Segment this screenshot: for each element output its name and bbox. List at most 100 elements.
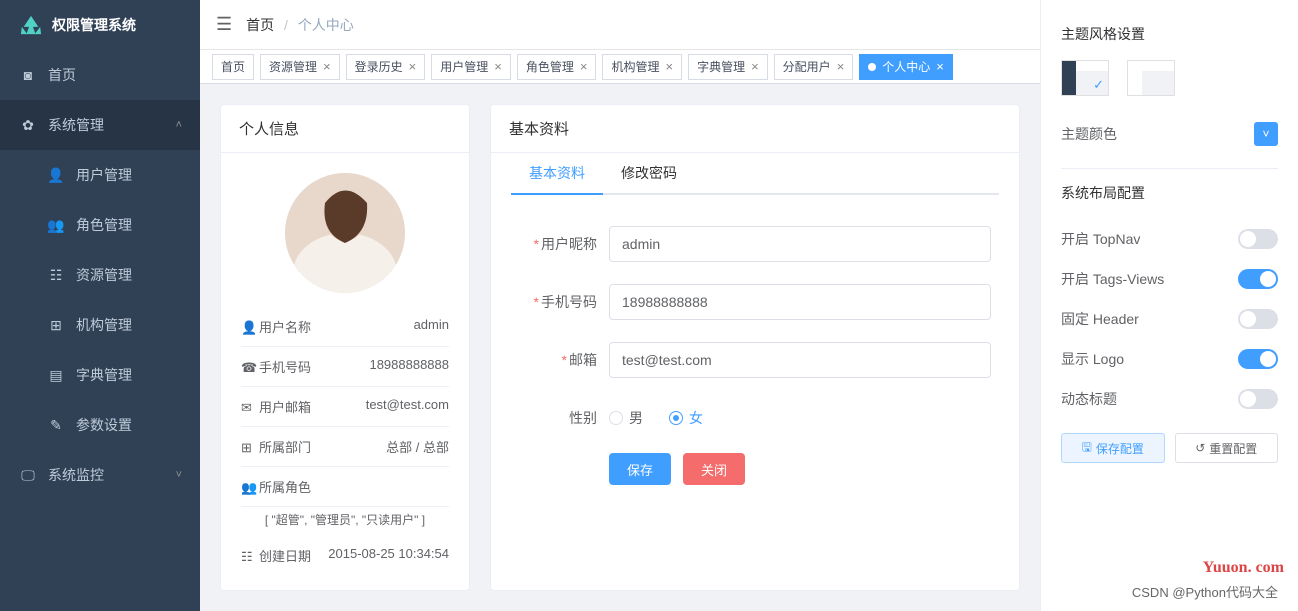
tabs: 基本资料 修改密码	[511, 153, 999, 195]
save-icon: 🖫	[1082, 438, 1092, 459]
close-icon[interactable]: ×	[837, 59, 845, 74]
gender-male[interactable]: 男	[609, 408, 643, 428]
row-tagsviews: 开启 Tags-Views	[1061, 259, 1278, 299]
breadcrumb-home[interactable]: 首页	[246, 17, 274, 33]
info-email: ✉用户邮箱 test@test.com	[241, 387, 449, 427]
row-phone: *手机号码	[519, 273, 991, 331]
avatar[interactable]	[285, 173, 405, 293]
users-icon: 👥	[241, 480, 255, 494]
close-icon[interactable]: ×	[665, 59, 673, 74]
sidebar-item-params[interactable]: ✎ 参数设置	[0, 400, 200, 450]
info-roles: 👥所属角色	[241, 467, 449, 507]
save-button[interactable]: 保存	[609, 453, 671, 485]
row-gender: 性别 男 女	[519, 389, 991, 447]
layout-title: 系统布局配置	[1061, 183, 1278, 203]
gear-icon: ✿	[20, 117, 36, 133]
sidebar-item-orgs[interactable]: ⊞ 机构管理	[0, 300, 200, 350]
toggle-fixedheader[interactable]	[1238, 309, 1278, 329]
tag-users[interactable]: 用户管理×	[431, 54, 511, 80]
close-icon[interactable]: ×	[936, 59, 944, 74]
sidebar-item-system[interactable]: ✿ 系统管理 ˄	[0, 100, 200, 150]
form-buttons: 保存 关闭	[519, 453, 991, 485]
book-icon: ▤	[48, 367, 64, 383]
row-fixedheader: 固定 Header	[1061, 299, 1278, 339]
toggle-showlogo[interactable]	[1238, 349, 1278, 369]
tag-orgs[interactable]: 机构管理×	[602, 54, 682, 80]
calendar-icon: ☷	[241, 549, 255, 563]
gender-female[interactable]: 女	[669, 408, 703, 428]
theme-color-picker[interactable]: ˅	[1254, 122, 1278, 146]
sidebar-item-label: 机构管理	[76, 315, 132, 335]
info-username: 👤用户名称 admin	[241, 307, 449, 347]
toggle-topnav[interactable]	[1238, 229, 1278, 249]
app-title: 权限管理系统	[52, 15, 136, 35]
close-icon[interactable]: ×	[323, 59, 331, 74]
tag-dict[interactable]: 字典管理×	[688, 54, 768, 80]
chevron-down-icon: ˅	[176, 469, 182, 481]
sidebar-item-label: 字典管理	[76, 365, 132, 385]
breadcrumb-sep: /	[284, 17, 288, 33]
gender-radios: 男 女	[609, 408, 991, 428]
sidebar-item-label: 参数设置	[76, 415, 132, 435]
breadcrumb: 首页 / 个人中心	[246, 15, 354, 35]
save-config-button[interactable]: 🖫保存配置	[1061, 433, 1165, 463]
tab-password[interactable]: 修改密码	[603, 153, 695, 193]
edit-icon: ✎	[48, 417, 64, 433]
tag-home[interactable]: 首页	[212, 54, 254, 80]
radio-icon	[669, 411, 683, 425]
sidebar-item-label: 角色管理	[76, 215, 132, 235]
tag-roles[interactable]: 角色管理×	[517, 54, 597, 80]
sidebar-item-home[interactable]: ◙ 首页	[0, 50, 200, 100]
sidebar-item-monitor[interactable]: 🖵 系统监控 ˅	[0, 450, 200, 500]
users-icon: 👥	[48, 217, 64, 233]
hamburger-icon[interactable]: ☰	[216, 14, 232, 35]
profile-card: 个人信息 👤用户名称 admin ☎手机号码 18988888888 ✉用户邮箱	[220, 104, 470, 591]
close-button[interactable]: 关闭	[683, 453, 745, 485]
toggle-dyntitle[interactable]	[1238, 389, 1278, 409]
nickname-input[interactable]	[609, 226, 991, 262]
sidebar-item-label: 系统监控	[48, 465, 104, 485]
radio-icon	[609, 411, 623, 425]
dashboard-icon: ◙	[20, 67, 36, 83]
profile-card-title: 个人信息	[221, 105, 469, 153]
close-icon[interactable]: ×	[751, 59, 759, 74]
phone-input[interactable]	[609, 284, 991, 320]
phone-label: *手机号码	[519, 292, 609, 312]
divider	[1061, 168, 1278, 169]
sidebar: 权限管理系统 ◙ 首页 ✿ 系统管理 ˄ 👤 用户管理 👥 角色管理 ☷ 资源管…	[0, 0, 200, 611]
gender-label: 性别	[519, 408, 609, 428]
close-icon[interactable]: ×	[580, 59, 588, 74]
email-input[interactable]	[609, 342, 991, 378]
sidebar-item-dict[interactable]: ▤ 字典管理	[0, 350, 200, 400]
theme-dark[interactable]: ✓	[1061, 60, 1109, 96]
tag-resources[interactable]: 资源管理×	[260, 54, 340, 80]
tag-login-history[interactable]: 登录历史×	[346, 54, 426, 80]
tag-assign-user[interactable]: 分配用户×	[774, 54, 854, 80]
tab-basic[interactable]: 基本资料	[511, 153, 603, 193]
close-icon[interactable]: ×	[494, 59, 502, 74]
footer-text: CSDN @Python代码大全	[1132, 582, 1278, 601]
logo-icon	[20, 14, 42, 36]
main-content: 个人信息 👤用户名称 admin ☎手机号码 18988888888 ✉用户邮箱	[200, 84, 1040, 611]
toggle-tagsviews[interactable]	[1238, 269, 1278, 289]
breadcrumb-current: 个人中心	[298, 17, 354, 33]
theme-style-options: ✓	[1061, 60, 1278, 96]
tag-profile[interactable]: 个人中心×	[859, 54, 953, 80]
theme-color-row: 主题颜色 ˅	[1061, 114, 1278, 154]
sidebar-item-users[interactable]: 👤 用户管理	[0, 150, 200, 200]
avatar-image	[285, 173, 405, 293]
sidebar-item-label: 用户管理	[76, 165, 132, 185]
info-dept: ⊞所属部门 总部 / 总部	[241, 427, 449, 467]
row-showlogo: 显示 Logo	[1061, 339, 1278, 379]
profile-card-body: 👤用户名称 admin ☎手机号码 18988888888 ✉用户邮箱 test…	[221, 153, 469, 595]
close-icon[interactable]: ×	[409, 59, 417, 74]
theme-light[interactable]	[1127, 60, 1175, 96]
reset-config-button[interactable]: ↺重置配置	[1175, 433, 1279, 463]
org-icon: ⊞	[48, 317, 64, 333]
monitor-icon: 🖵	[20, 467, 36, 483]
row-dyntitle: 动态标题	[1061, 379, 1278, 419]
nickname-label: *用户昵称	[519, 234, 609, 254]
org-icon: ⊞	[241, 440, 255, 454]
sidebar-item-resources[interactable]: ☷ 资源管理	[0, 250, 200, 300]
sidebar-item-roles[interactable]: 👥 角色管理	[0, 200, 200, 250]
